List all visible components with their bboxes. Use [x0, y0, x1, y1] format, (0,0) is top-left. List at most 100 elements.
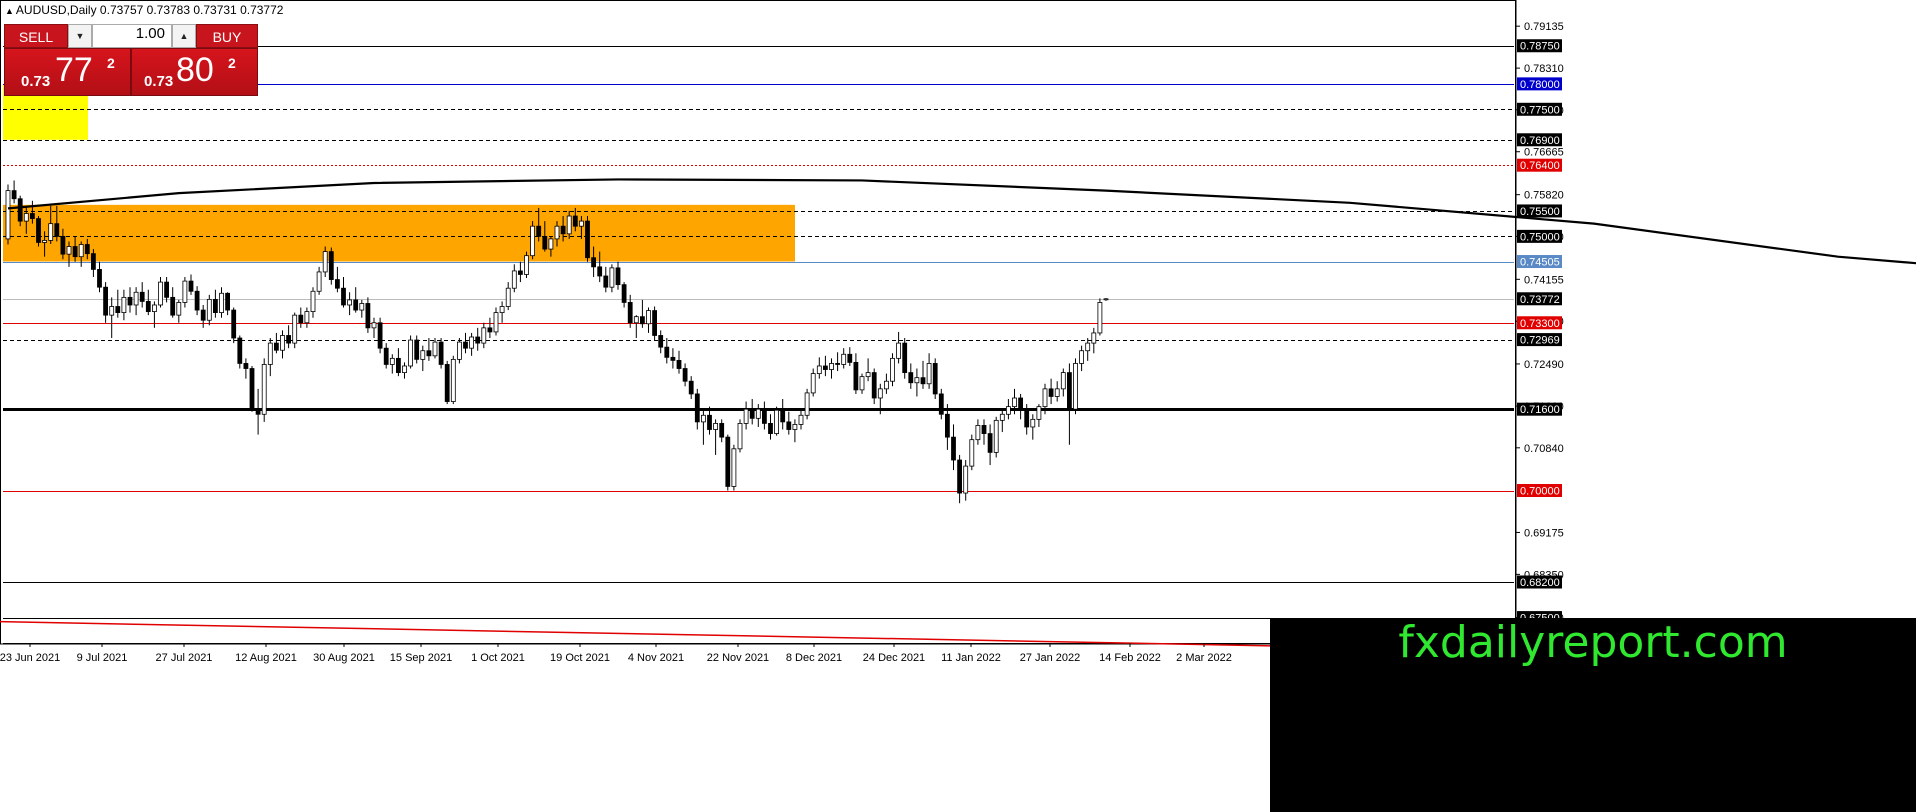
candle: [963, 460, 969, 501]
lot-increase-icon[interactable]: ▲: [172, 24, 196, 48]
candle-body: [877, 388, 883, 399]
candle-body: [139, 291, 145, 302]
candle-body: [548, 238, 554, 250]
candle-body: [731, 448, 737, 487]
candle-body: [249, 368, 255, 410]
candle-body: [60, 235, 66, 255]
candle-body: [1079, 350, 1084, 364]
candle: [987, 424, 993, 466]
price-tag-label: 0.71600: [1520, 404, 1560, 416]
candle-body: [755, 408, 761, 419]
candle-body: [920, 377, 926, 385]
candle: [200, 304, 206, 328]
candle: [78, 241, 84, 267]
candle-body: [371, 322, 377, 329]
candle: [682, 363, 688, 387]
candle-body: [676, 359, 682, 369]
candle-body: [225, 292, 231, 311]
candle-body: [353, 299, 359, 311]
candle: [981, 419, 987, 445]
candle-body: [871, 372, 877, 399]
sell-button[interactable]: SELL: [4, 24, 68, 48]
candle-body: [975, 425, 981, 441]
candle: [676, 350, 682, 374]
candle-body: [286, 335, 292, 344]
candle: [341, 277, 346, 308]
red-trendline: [0, 620, 1281, 647]
candle: [975, 419, 981, 445]
candle: [835, 352, 840, 372]
candle: [524, 251, 529, 279]
candle-body: [127, 296, 133, 306]
candle: [487, 317, 493, 339]
x-tick-label: 8 Dec 2021: [786, 652, 842, 664]
candle-body: [267, 342, 273, 365]
candle: [926, 353, 932, 389]
lot-decrease-icon[interactable]: ▼: [68, 24, 92, 48]
candle-body: [304, 311, 310, 324]
candle-body: [847, 353, 853, 363]
candle: [206, 294, 212, 326]
candle-body: [1036, 406, 1042, 420]
candle-body: [1085, 342, 1091, 352]
candle-body: [963, 465, 969, 494]
candle: [585, 216, 590, 262]
candle: [774, 406, 779, 436]
candle-body: [1067, 372, 1072, 410]
lot-size-input[interactable]: 1.00: [92, 24, 172, 48]
candle-body: [914, 377, 920, 384]
candle: [1085, 338, 1091, 361]
candle-body: [585, 220, 590, 259]
candle: [328, 247, 334, 285]
candle-body: [969, 439, 975, 467]
sell-price-quote[interactable]: 0.73 77 2: [4, 48, 131, 96]
candle-body: [145, 301, 151, 312]
candle: [133, 287, 139, 316]
candle: [444, 360, 450, 405]
candle: [633, 315, 639, 339]
candle-body: [200, 309, 206, 321]
candle-body: [23, 213, 29, 222]
candle-body: [463, 341, 468, 349]
candle: [103, 282, 108, 323]
candle-body: [475, 336, 481, 344]
y-tick-label: 0.78310: [1524, 63, 1564, 75]
candle-body: [774, 409, 779, 434]
candle-body: [554, 225, 560, 240]
candle: [310, 287, 316, 318]
candle-body: [243, 363, 249, 369]
candle-body: [884, 380, 889, 390]
buy-button[interactable]: BUY: [196, 24, 258, 48]
candle: [249, 365, 255, 412]
candle-body: [823, 365, 828, 370]
candle: [194, 286, 200, 316]
candle: [334, 266, 340, 293]
candle-body: [377, 322, 383, 349]
candle: [646, 307, 651, 333]
candle-body: [206, 298, 212, 321]
x-tick-label: 2 Mar 2022: [1176, 652, 1232, 664]
candle: [701, 409, 706, 445]
candle: [11, 180, 17, 204]
candle: [884, 373, 889, 394]
plot-frame: [0, 0, 1516, 645]
candle-body: [469, 336, 475, 349]
buy-price-quote[interactable]: 0.73 80 2: [131, 48, 258, 96]
candle-body: [395, 357, 401, 373]
candle: [743, 401, 749, 430]
candle: [749, 399, 755, 425]
candle: [823, 355, 828, 377]
candle-body: [84, 244, 90, 255]
candle: [694, 388, 700, 430]
candle: [505, 282, 511, 311]
candle: [353, 287, 359, 313]
candle-body: [133, 291, 139, 306]
candle: [456, 338, 462, 364]
candle-body: [536, 225, 542, 237]
candle-body: [737, 423, 743, 450]
candle: [395, 348, 401, 377]
candle: [664, 338, 670, 364]
candle-body: [182, 280, 188, 303]
y-tick-label: 0.70840: [1524, 443, 1564, 455]
candle-body: [780, 409, 786, 423]
